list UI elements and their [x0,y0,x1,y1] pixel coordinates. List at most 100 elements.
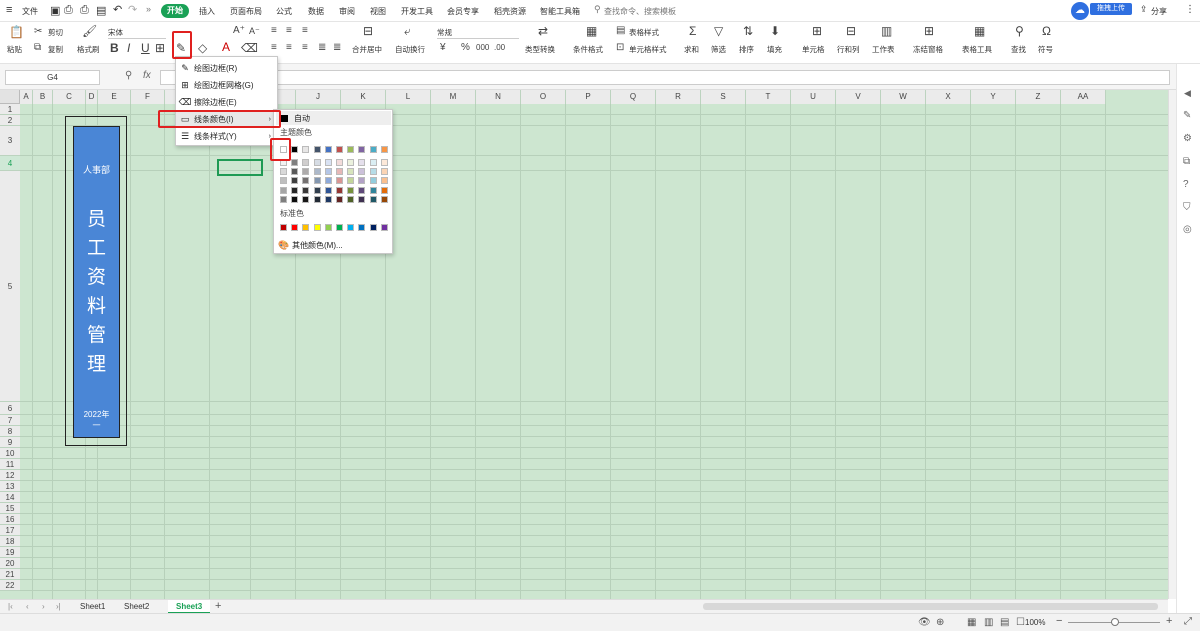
theme-shade-swatch[interactable] [380,168,388,176]
column-header[interactable]: O [521,90,566,104]
italic-icon[interactable]: I [127,42,130,54]
theme-color-swatch[interactable] [324,146,332,153]
decimal-icon[interactable]: .00 [494,42,505,54]
theme-color-swatch[interactable] [291,146,299,153]
next-sheet-icon[interactable]: › [42,602,45,611]
normal-view-icon[interactable]: ▦ [967,617,976,628]
sidebar-expand-icon[interactable]: ◀ [1184,88,1191,99]
standard-color-swatch[interactable] [336,224,343,231]
theme-shade-swatch[interactable] [280,168,287,176]
filter-button[interactable]: 筛选 [711,44,726,55]
theme-color-swatch[interactable] [347,146,355,153]
theme-shade-swatch[interactable] [324,186,332,194]
rowcol-icon[interactable]: ⊟ [846,25,856,37]
theme-shade-swatch[interactable] [302,186,310,194]
tab-review[interactable]: 审阅 [339,6,355,17]
row-header[interactable]: 21 [0,569,20,580]
align-center-icon[interactable]: ≡ [286,42,292,54]
column-header[interactable]: W [881,90,926,104]
zoom-slider-thumb[interactable] [1111,618,1119,626]
align-right-icon[interactable]: ≡ [302,42,308,54]
column-header[interactable]: AA [1061,90,1106,104]
standard-color-swatch[interactable] [280,224,287,231]
theme-shade-swatch[interactable] [302,177,310,185]
column-header[interactable]: V [836,90,881,104]
row-header[interactable]: 20 [0,558,20,569]
tab-view[interactable]: 视图 [370,6,386,17]
cell-button[interactable]: 单元格 [802,44,825,55]
thousands-icon[interactable]: 000 [476,42,489,54]
sidebar-shield-icon[interactable]: ⛉ [1183,202,1191,213]
theme-shade-swatch[interactable] [280,186,287,194]
share-button[interactable]: 分享 [1151,6,1167,17]
theme-shade-swatch[interactable] [347,168,355,176]
align-top-icon[interactable]: ≡ [271,25,277,37]
standard-color-swatch[interactable] [358,224,366,231]
row-header[interactable]: 10 [0,448,20,459]
theme-shade-swatch[interactable] [313,195,321,203]
undo-icon[interactable]: ↶ [113,3,122,16]
theme-shade-swatch[interactable] [347,177,355,185]
cond-format-button[interactable]: 条件格式 [573,44,603,55]
theme-color-swatch[interactable] [313,146,321,153]
theme-color-swatch[interactable] [302,146,310,153]
more-colors-option[interactable]: 🎨 其他颜色(M)... [276,237,391,253]
theme-shade-swatch[interactable] [291,186,299,194]
cell-style-icon[interactable]: ⊡ [616,42,624,54]
theme-shade-swatch[interactable] [313,168,321,176]
print-icon[interactable]: ⎙ [80,4,89,17]
tab-page-layout[interactable]: 页面布局 [230,6,262,17]
tab-docer[interactable]: 稻壳资源 [494,6,526,17]
menu-line-style[interactable]: ☰ 线条样式(Y) › [176,128,277,145]
theme-shade-swatch[interactable] [302,168,310,176]
theme-shade-swatch[interactable] [313,186,321,194]
eye-icon[interactable]: 👁 [918,617,931,628]
zoom-level[interactable]: 100% [1025,618,1045,627]
column-header[interactable]: Y [971,90,1016,104]
save-icon[interactable]: ▣ [50,4,60,17]
theme-shade-swatch[interactable] [358,159,366,166]
zoom-formula-icon[interactable]: ⚲ [125,70,132,81]
row-header[interactable]: 8 [0,426,20,437]
preview-icon[interactable]: ▤ [96,4,106,17]
font-color-icon[interactable]: A [222,41,230,53]
menu-file[interactable]: 文件 [22,6,38,17]
column-header[interactable]: D [86,90,98,104]
row-header[interactable]: 1 [0,104,20,115]
table-style-button[interactable]: 表格样式 [629,27,659,38]
theme-shade-swatch[interactable] [369,177,377,185]
paste-icon[interactable]: 📋 [9,26,24,38]
bold-icon[interactable]: B [110,42,119,54]
column-header[interactable]: L [386,90,431,104]
standard-color-swatch[interactable] [291,224,299,231]
row-header[interactable]: 14 [0,492,20,503]
first-sheet-icon[interactable]: |‹ [8,602,13,611]
redo-icon[interactable]: ↷ [128,3,137,16]
horizontal-scrollbar[interactable] [703,603,1158,610]
border-icon[interactable]: ⊞ [155,42,165,54]
sort-icon[interactable]: ⇅ [743,25,753,37]
column-header[interactable]: R [656,90,701,104]
zoom-out-icon[interactable]: − [1056,615,1062,627]
paste-button[interactable]: 粘贴 [7,44,22,55]
column-header[interactable]: E [98,90,131,104]
find-icon[interactable]: ⚲ [1015,25,1024,37]
column-header[interactable]: N [476,90,521,104]
sum-icon[interactable]: Σ [689,25,696,37]
theme-shade-swatch[interactable] [347,159,355,166]
theme-shade-swatch[interactable] [313,159,321,166]
clear-icon[interactable]: ⌫ [241,42,258,54]
theme-shade-swatch[interactable] [291,168,299,176]
select-all-corner[interactable] [0,90,20,104]
theme-shade-swatch[interactable] [336,159,343,166]
theme-shade-swatch[interactable] [347,186,355,194]
column-header[interactable]: J [296,90,341,104]
worksheet-icon[interactable]: ▥ [881,25,892,37]
theme-shade-swatch[interactable] [369,168,377,176]
tab-sheet1[interactable]: Sheet1 [80,602,105,611]
theme-shade-swatch[interactable] [336,195,343,203]
spreadsheet-grid[interactable]: ABCDEFGHIJKLMNOPQRSTUVWXYZAA 12345678910… [0,90,1168,599]
row-header[interactable]: 22 [0,580,20,591]
copy-icon[interactable]: ⧉ [34,42,41,54]
menu-draw-border[interactable]: ✎ 绘图边框(R) [176,60,277,77]
